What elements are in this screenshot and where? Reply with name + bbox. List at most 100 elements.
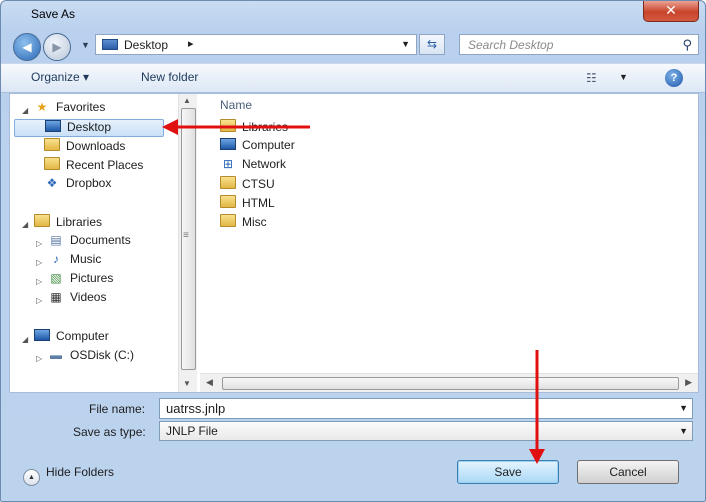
back-arrow-icon: ◀: [22, 40, 32, 54]
expand-documents-icon[interactable]: ▷: [36, 239, 42, 248]
nav-computer-label: Computer: [56, 329, 109, 343]
nav-favorites[interactable]: ★ Favorites: [34, 100, 106, 118]
nav-videos-label: Videos: [70, 290, 107, 304]
expand-pictures-icon[interactable]: ▷: [36, 277, 42, 286]
nav-music-label: Music: [70, 252, 102, 266]
address-dropdown-icon[interactable]: ▼: [401, 39, 410, 49]
nav-favorites-label: Favorites: [56, 100, 106, 114]
back-button[interactable]: ◀: [13, 33, 41, 61]
nav-desktop-label: Desktop: [67, 120, 112, 134]
file-item-label: Misc: [242, 215, 267, 229]
documents-icon: ▤: [50, 233, 62, 247]
organize-button[interactable]: Organize ▾: [31, 70, 89, 84]
pictures-icon: ▧: [50, 271, 62, 285]
nav-pictures[interactable]: ▧ Pictures: [48, 271, 113, 289]
nav-desktop[interactable]: Desktop: [14, 119, 164, 137]
folder-icon: [220, 214, 236, 229]
network-icon: ⊞: [222, 157, 234, 171]
scroll-grip-icon: ≡: [183, 230, 189, 241]
search-input[interactable]: Search Desktop ⚲: [459, 34, 699, 55]
window-title: Save As: [31, 7, 76, 21]
scroll-up-icon[interactable]: ▲: [183, 96, 191, 105]
file-name-label: File name:: [89, 402, 146, 416]
breadcrumb-chevron-icon[interactable]: ▸: [188, 37, 194, 50]
close-icon: ✕: [665, 2, 677, 18]
address-location[interactable]: Desktop: [124, 38, 168, 52]
nav-documents[interactable]: ▤ Documents: [48, 233, 130, 251]
file-name-dropdown-icon[interactable]: ▼: [679, 403, 688, 413]
nav-pictures-label: Pictures: [70, 271, 114, 285]
command-toolbar: Organize ▾ New folder ☷ ▼ ?: [1, 63, 705, 93]
save-as-dialog: Save As ✕ ◀ ▶ ▼ Desktop ▸ ▼ ⇆ Search Des…: [0, 0, 706, 502]
hide-folders-button[interactable]: ▲ Hide Folders: [23, 465, 114, 486]
nav-downloads[interactable]: Downloads: [44, 138, 125, 156]
nav-libraries-label: Libraries: [56, 215, 103, 229]
file-item-label: CTSU: [242, 177, 275, 191]
collapse-favorites-icon[interactable]: ◢: [22, 106, 28, 115]
nav-osdisk[interactable]: ▬ OSDisk (C:): [48, 348, 134, 366]
disk-icon: ▬: [50, 348, 62, 362]
collapse-computer-icon[interactable]: ◢: [22, 335, 28, 344]
horizontal-scroll-thumb[interactable]: [222, 377, 679, 390]
refresh-button[interactable]: ⇆: [419, 34, 445, 55]
file-item-computer[interactable]: Computer: [220, 138, 295, 156]
nav-music[interactable]: ♪ Music: [48, 252, 101, 270]
file-name-value[interactable]: uatrss.jnlp: [166, 401, 225, 416]
nav-downloads-label: Downloads: [66, 139, 126, 153]
nav-osdisk-label: OSDisk (C:): [70, 348, 134, 362]
recent-locations-dropdown[interactable]: ▼: [81, 40, 90, 50]
music-icon: ♪: [53, 252, 59, 266]
forward-button[interactable]: ▶: [43, 33, 71, 61]
scroll-right-icon[interactable]: ▶: [685, 377, 692, 388]
file-list-pane[interactable]: Name Libraries Computer ⊞ Network CTSU HT…: [200, 94, 698, 392]
libraries-icon: [220, 119, 236, 134]
folder-icon: [220, 195, 236, 210]
nav-dropbox-label: Dropbox: [66, 176, 112, 190]
expand-music-icon[interactable]: ▷: [36, 258, 42, 267]
file-item-ctsu[interactable]: CTSU: [220, 176, 275, 194]
save-as-type-dropdown-icon[interactable]: ▼: [679, 426, 688, 436]
nav-libraries[interactable]: Libraries: [34, 214, 102, 232]
scroll-down-icon[interactable]: ▼: [183, 379, 191, 388]
cancel-button[interactable]: Cancel: [577, 460, 679, 484]
save-as-type-value: JNLP File: [166, 424, 218, 438]
column-header-name[interactable]: Name: [220, 98, 252, 112]
nav-dropbox[interactable]: ❖ Dropbox: [44, 176, 112, 194]
file-item-label: Computer: [242, 138, 295, 152]
new-folder-button[interactable]: New folder: [141, 70, 198, 84]
expand-osdisk-icon[interactable]: ▷: [36, 354, 42, 363]
change-view-icon[interactable]: ☷: [586, 71, 597, 85]
help-icon[interactable]: ?: [665, 69, 683, 87]
desktop-icon: [102, 39, 118, 50]
nav-computer[interactable]: Computer: [34, 329, 109, 347]
recent-places-icon: [44, 157, 60, 172]
file-item-network[interactable]: ⊞ Network: [220, 157, 286, 175]
view-options-dropdown-icon[interactable]: ▼: [619, 72, 628, 82]
horizontal-scrollbar[interactable]: ◀ ▶: [200, 373, 698, 392]
navigation-scrollbar[interactable]: ▲ ≡ ▼: [178, 94, 197, 392]
file-name-field[interactable]: uatrss.jnlp ▼: [159, 398, 693, 419]
libraries-icon: [34, 214, 50, 229]
expand-videos-icon[interactable]: ▷: [36, 296, 42, 305]
title-bar[interactable]: Save As ✕: [1, 1, 705, 27]
navigation-pane[interactable]: ◢ ★ Favorites Desktop Downloads Recent Pl…: [10, 94, 178, 392]
computer-icon: [34, 329, 50, 343]
save-button[interactable]: Save: [457, 460, 559, 484]
collapse-libraries-icon[interactable]: ◢: [22, 220, 28, 229]
close-button[interactable]: ✕: [643, 1, 699, 22]
file-item-misc[interactable]: Misc: [220, 214, 267, 232]
browser-content: ◢ ★ Favorites Desktop Downloads Recent Pl…: [9, 93, 699, 393]
nav-recent-places-label: Recent Places: [66, 158, 144, 172]
address-bar[interactable]: Desktop ▸ ▼: [95, 34, 417, 55]
nav-videos[interactable]: ▦ Videos: [48, 290, 106, 308]
refresh-icon: ⇆: [426, 37, 438, 51]
nav-recent-places[interactable]: Recent Places: [44, 157, 143, 175]
file-item-label: Libraries: [242, 120, 289, 134]
file-item-libraries[interactable]: Libraries: [220, 119, 288, 137]
search-icon[interactable]: ⚲: [682, 37, 692, 53]
scroll-left-icon[interactable]: ◀: [206, 377, 213, 388]
save-as-type-label: Save as type:: [73, 425, 146, 439]
hide-folders-label: Hide Folders: [46, 465, 115, 479]
file-item-html[interactable]: HTML: [220, 195, 275, 213]
save-as-type-select[interactable]: JNLP File ▼: [159, 421, 693, 441]
